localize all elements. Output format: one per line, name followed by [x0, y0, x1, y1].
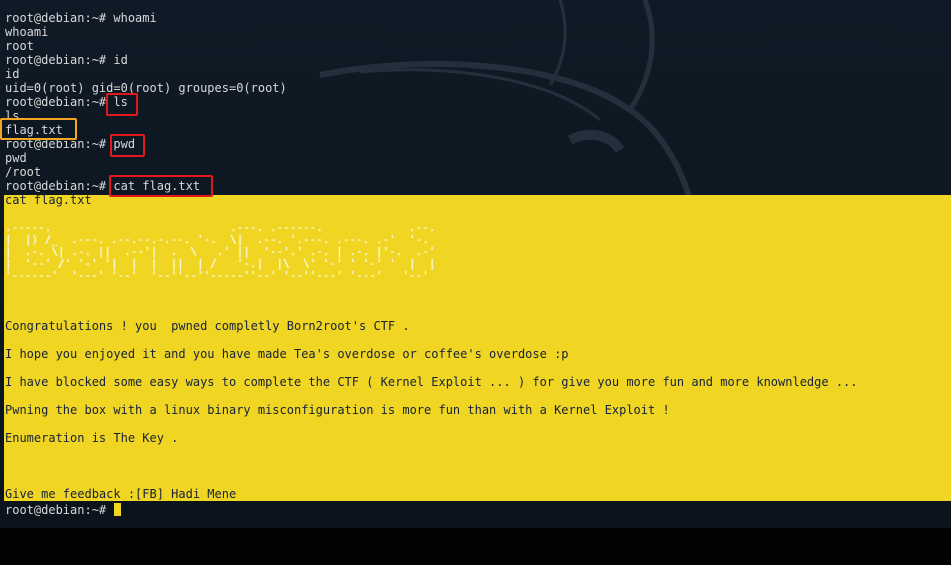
output-line: Congratulations ! you pwned completly Bo…: [5, 319, 410, 333]
terminal-line: whoami: [5, 25, 49, 39]
annotation-box-pwd: [110, 134, 145, 157]
prompt-line[interactable]: root@debian:~#: [5, 503, 113, 517]
output-line: Give me feedback :[FB] Hadi Mene: [5, 487, 237, 501]
output-line: Enumeration is The Key .: [5, 431, 179, 445]
terminal-line: cat flag.txt: [5, 193, 92, 207]
terminal-line: uid=0(root) gid=0(root) groupes=0(root): [5, 81, 287, 95]
terminal-line: pwd: [5, 151, 27, 165]
annotation-box-flag: [0, 118, 77, 140]
terminal-line: id: [5, 67, 20, 81]
annotation-box-ls: [106, 93, 138, 116]
terminal-line: root: [5, 39, 34, 53]
terminal-line: root@debian:~# whoami: [5, 11, 157, 25]
output-line: I hope you enjoyed it and you have made …: [5, 347, 569, 361]
output-line: Pwning the box with a linux binary misco…: [5, 403, 670, 417]
bottom-bar: [0, 528, 951, 565]
terminal-line: root@debian:~# id: [5, 53, 128, 67]
terminal-line: /root: [5, 165, 42, 179]
output-line: I have blocked some easy ways to complet…: [5, 375, 858, 389]
ascii-art-line: '------' '---' '--' '--''--''-----''--' …: [5, 269, 429, 282]
kali-dragon-watermark: [319, 0, 693, 200]
text-cursor: [114, 503, 121, 516]
terminal-window[interactable]: root@debian:~# whoami whoami root root@d…: [0, 0, 951, 528]
annotation-box-cat: [109, 175, 213, 197]
